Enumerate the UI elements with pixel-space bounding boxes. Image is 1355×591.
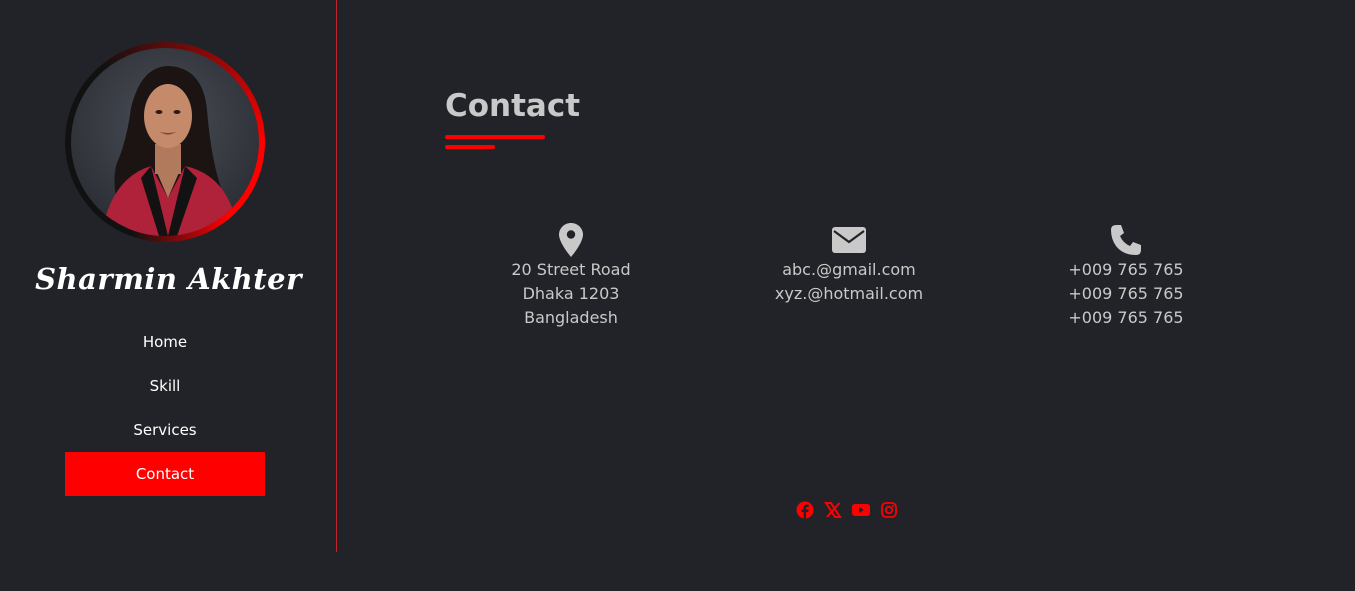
map-marker-icon xyxy=(441,222,701,258)
facebook-icon[interactable] xyxy=(796,500,814,520)
nav-services[interactable]: Services xyxy=(65,408,265,452)
email-block: abc.@gmail.com xyz.@hotmail.com xyxy=(719,222,979,306)
nav-home[interactable]: Home xyxy=(65,320,265,364)
address-line-1: 20 Street Road xyxy=(511,260,631,279)
title-underline-long xyxy=(445,135,545,139)
main-nav: Home Skill Services Contact xyxy=(65,320,265,496)
phone-line-3[interactable]: +009 765 765 xyxy=(996,306,1256,330)
social-links xyxy=(796,500,898,520)
youtube-icon[interactable] xyxy=(852,500,870,520)
email-line-1[interactable]: abc.@gmail.com xyxy=(719,258,979,282)
avatar-ring xyxy=(65,42,265,242)
phone-line-1[interactable]: +009 765 765 xyxy=(996,258,1256,282)
envelope-icon xyxy=(719,222,979,258)
page-title: Contact xyxy=(445,88,581,124)
phone-icon xyxy=(996,222,1256,258)
main-content: Contact 20 Street Road Dhaka 1203 Bangla… xyxy=(338,0,1355,591)
instagram-icon[interactable] xyxy=(880,500,898,520)
x-twitter-icon[interactable] xyxy=(824,500,842,520)
nav-contact[interactable]: Contact xyxy=(65,452,265,496)
avatar xyxy=(71,48,259,236)
address-line-3: Bangladesh xyxy=(524,308,618,327)
address-line-2: Dhaka 1203 xyxy=(522,284,620,303)
email-line-2[interactable]: xyz.@hotmail.com xyxy=(719,282,979,306)
sidebar: Sharmin Akhter Home Skill Services Conta… xyxy=(0,0,337,552)
profile-name: Sharmin Akhter xyxy=(35,262,302,296)
title-underline-short xyxy=(445,145,495,149)
nav-skill[interactable]: Skill xyxy=(65,364,265,408)
phone-line-2[interactable]: +009 765 765 xyxy=(996,282,1256,306)
phone-block: +009 765 765 +009 765 765 +009 765 765 xyxy=(996,222,1256,330)
address-block: 20 Street Road Dhaka 1203 Bangladesh xyxy=(441,222,701,330)
